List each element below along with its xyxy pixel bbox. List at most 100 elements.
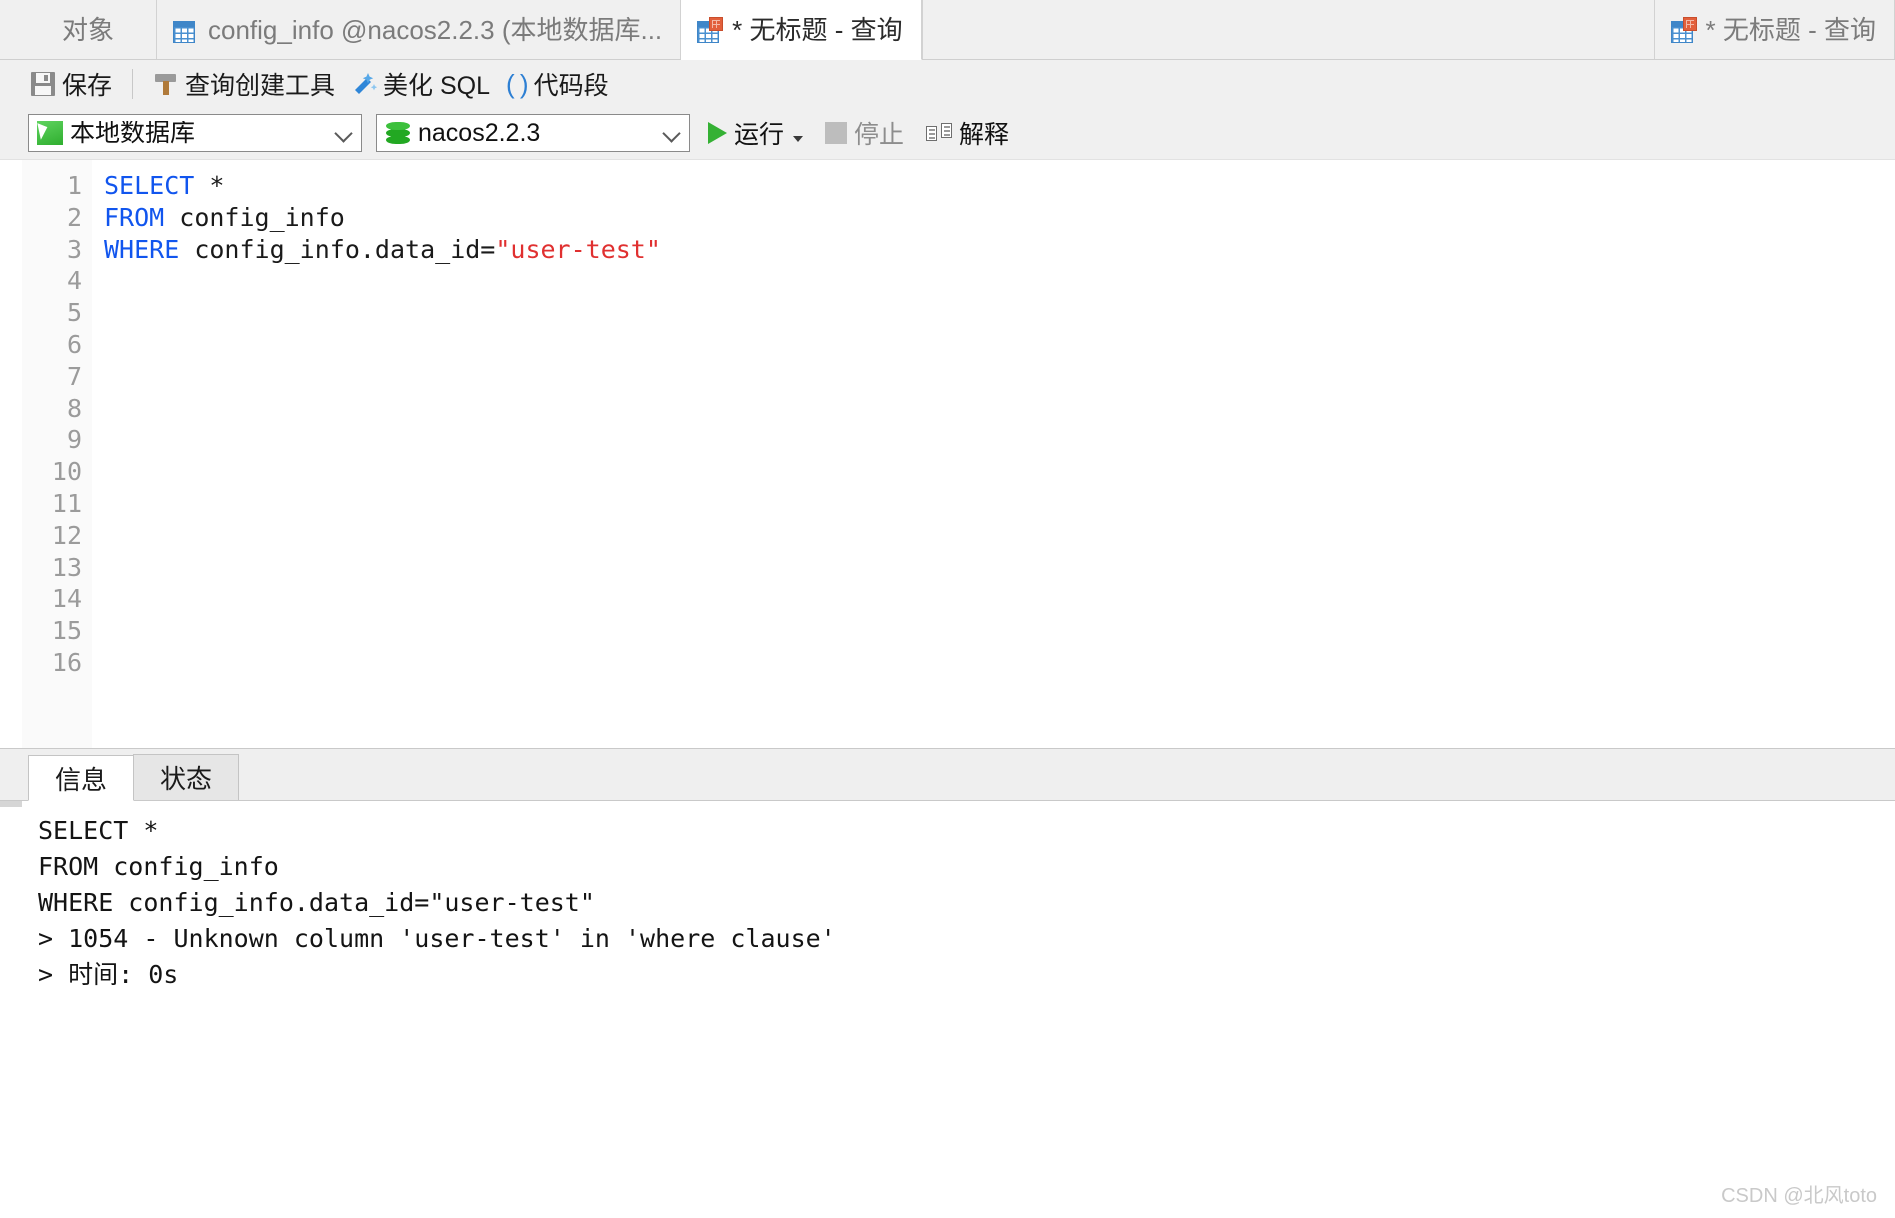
magic-wand-icon (351, 71, 378, 97)
line-number: 3 (66, 234, 82, 264)
sql-editor[interactable]: 1 2 3 4 5 6 7 8 9 10 11 12 13 14 15 16 SELECT * FROM con… (0, 159, 1895, 748)
editor-code-area[interactable]: SELECT * FROM config_info WHERE config_inf… (92, 160, 1895, 748)
result-tab-status[interactable]: 状态 (133, 754, 240, 800)
line-number: 9 (66, 425, 82, 455)
result-output-text[interactable]: SELECT * FROM config_info WHERE config_inf… (0, 801, 1895, 1218)
explain-button-label: 解释 (959, 121, 1010, 149)
query-builder-button[interactable]: 查询创建工具 (145, 64, 343, 104)
result-line: SELECT * (38, 816, 159, 845)
stop-button[interactable]: 停止 (821, 115, 908, 151)
tab-query-untitled-2-label: * 无标题 - 查询 (1705, 14, 1876, 45)
line-number: 14 (51, 584, 82, 614)
line-number: 13 (51, 552, 82, 582)
editor-tabbar: 对象 config_info @nacos2.2.3 (本地数据库... * 无… (0, 0, 1895, 60)
editor-left-margin (0, 160, 22, 748)
result-line: > 1054 - Unknown column 'user-test' in '… (38, 924, 836, 953)
tab-query-untitled-1[interactable]: * 无标题 - 查询 (681, 0, 922, 60)
navicat-window: 对象 config_info @nacos2.2.3 (本地数据库... * 无… (0, 0, 1895, 1218)
save-button-label: 保存 (62, 71, 113, 100)
watermark: CSDN @北风toto (1721, 1185, 1877, 1207)
parentheses-icon: ( ) (506, 68, 529, 99)
query-toolbar: 保存 查询创建工具 美化 SQL ( ) 代码段 (0, 60, 1895, 107)
panel-left-strip (0, 749, 22, 1218)
connection-select[interactable]: 本地数据库 (28, 114, 362, 152)
database-select[interactable]: nacos2.2.3 (376, 114, 690, 152)
database-select-value: nacos2.2.3 (418, 120, 541, 146)
line-number: 8 (66, 393, 82, 423)
line-number: 7 (66, 361, 82, 391)
line-number: 16 (51, 647, 82, 677)
explain-icon (926, 121, 953, 145)
line-number: 2 (66, 202, 82, 232)
beautify-sql-label: 美化 SQL (383, 71, 491, 100)
tabbar-left-padding (0, 0, 32, 59)
run-dropdown-caret-icon[interactable] (793, 136, 804, 142)
line-number: 6 (66, 329, 82, 359)
line-number: 5 (66, 298, 82, 328)
code-line: FROM config_info (104, 202, 1895, 234)
result-panel: 信息 状态 SELECT * FROM config_info WHERE conf… (0, 748, 1895, 1218)
play-icon (708, 122, 727, 144)
tab-query-untitled-1-label: * 无标题 - 查询 (732, 14, 903, 45)
result-tab-info-label: 信息 (55, 764, 108, 795)
result-tabbar: 信息 状态 (0, 749, 1895, 801)
connection-select-value: 本地数据库 (70, 120, 196, 146)
result-tab-info[interactable]: 信息 (28, 755, 135, 801)
line-number: 1 (66, 171, 82, 200)
tab-objects[interactable]: 对象 (32, 0, 158, 59)
sql-string: "user-test" (495, 234, 661, 264)
sql-text: config_info.data_id= (179, 234, 496, 264)
chevron-down-icon-2[interactable] (661, 122, 683, 144)
line-number: 12 (51, 520, 82, 550)
beautify-sql-button[interactable]: 美化 SQL (343, 64, 498, 104)
tab-query-untitled-2[interactable]: * 无标题 - 查询 (1653, 0, 1895, 59)
code-snippet-label: 代码段 (533, 71, 609, 100)
chevron-down-icon[interactable] (333, 122, 355, 144)
line-number: 4 (66, 266, 82, 296)
sql-keyword: FROM (104, 202, 165, 232)
tab-config-info-label: config_info @nacos2.2.3 (本地数据库... (208, 14, 663, 45)
tab-config-info-table[interactable]: config_info @nacos2.2.3 (本地数据库... (157, 0, 682, 59)
sql-text: config_info (164, 202, 345, 232)
database-icon (385, 120, 411, 146)
result-line: WHERE config_info.data_id="user-test" (38, 888, 595, 917)
save-icon (30, 71, 56, 97)
grid-query-icon (697, 16, 724, 43)
line-number: 15 (51, 616, 82, 646)
run-button[interactable]: 运行 (704, 115, 807, 151)
tab-objects-label: 对象 (62, 14, 115, 45)
save-button[interactable]: 保存 (22, 64, 120, 104)
result-line: > 时间: 0s (38, 960, 179, 989)
tabbar-spacer (921, 0, 1654, 59)
explain-button[interactable]: 解释 (922, 115, 1013, 151)
sql-text: * (194, 171, 225, 200)
result-line: FROM config_info (38, 852, 279, 881)
result-tab-status-label: 状态 (160, 764, 213, 794)
mysql-connection-icon (37, 121, 63, 145)
code-line: WHERE config_info.data_id="user-test" (104, 234, 1895, 266)
editor-line-number-gutter: 1 2 3 4 5 6 7 8 9 10 11 12 13 14 15 16 (22, 160, 92, 748)
stop-icon (825, 122, 848, 144)
line-number: 11 (51, 488, 82, 518)
toolbar-separator (132, 68, 134, 99)
query-builder-label: 查询创建工具 (185, 71, 336, 100)
grid-table-icon (173, 17, 199, 43)
run-button-label: 运行 (734, 121, 785, 149)
stop-button-label: 停止 (854, 121, 905, 149)
hammer-icon (153, 71, 179, 97)
sql-keyword: WHERE (104, 234, 180, 264)
code-line: SELECT * (104, 170, 1895, 202)
code-snippet-button[interactable]: ( ) 代码段 (498, 64, 617, 104)
